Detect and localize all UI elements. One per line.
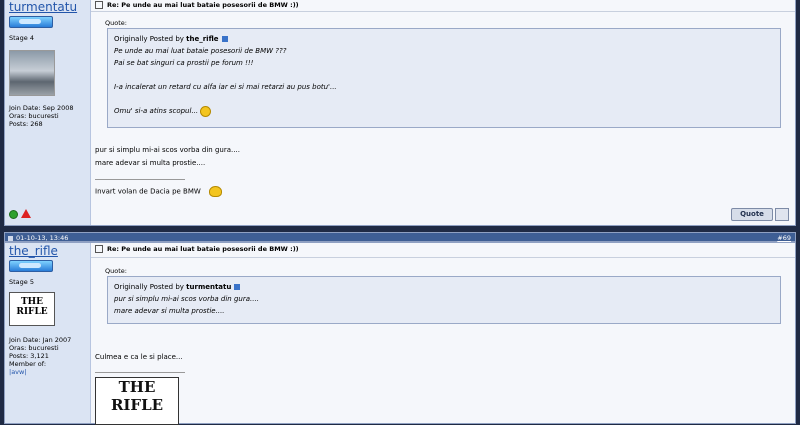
quote-line: Pai se bat singuri ca prostii pe forum !… (114, 59, 254, 67)
avatar-logo-text: THE RIFLE (16, 297, 48, 317)
signature-divider (95, 179, 185, 180)
quote-line-last: Omu' si-a atins scopul... (114, 105, 780, 117)
post-count: Posts: 268 (9, 120, 43, 128)
post-date: 01-10-13, 13:46 (16, 234, 69, 242)
quote-line (114, 69, 780, 81)
message-line: mare adevar si multa prostie.... (95, 159, 206, 167)
post-title-text: Re: Pe unde au mai luat bataie posesorii… (107, 245, 299, 253)
message-line: Culmea e ca le si place... (95, 353, 183, 361)
signature-image-text: THE RIFLE (110, 378, 164, 414)
smile-icon (200, 105, 212, 117)
post-date-icon (8, 235, 13, 241)
username-link[interactable]: the_rifle (9, 245, 90, 258)
quote-line-text: Omu' si-a atins scopul... (114, 107, 199, 115)
online-status-icon (9, 210, 18, 219)
title-divider (91, 11, 795, 12)
user-location: Oras: bucuresti (9, 344, 59, 352)
quote-label: Quote: (105, 267, 127, 275)
quote-author: the_rifle (186, 35, 219, 43)
avatar[interactable]: THE RIFLE (9, 292, 55, 326)
originally-posted-by: Originally Posted by (114, 283, 184, 291)
view-post-icon[interactable] (221, 36, 228, 42)
post-count: Posts: 3,121 (9, 352, 49, 360)
post-title-text: Re: Pe unde au mai luat bataie posesorii… (107, 1, 299, 9)
user-rank: Stage 4 (9, 34, 34, 42)
report-post-icon[interactable] (21, 209, 31, 218)
quote-label: Quote: (105, 19, 127, 27)
signature-divider (95, 372, 185, 373)
user-rank: Stage 5 (9, 278, 34, 286)
post-title: Re: Pe unde au mai luat bataie posesorii… (95, 245, 299, 253)
quote-line (114, 93, 780, 105)
post-2: the_rifle Stage 5 THE RIFLE Join Date: Ja… (4, 242, 796, 425)
rank-badge (9, 16, 53, 28)
post-content: Re: Pe unde au mai luat bataie posesorii… (91, 243, 795, 425)
quote-button[interactable]: Quote (731, 208, 773, 221)
avatar[interactable] (9, 50, 55, 96)
post-title: Re: Pe unde au mai luat bataie posesorii… (95, 1, 299, 9)
quote-line: I-a incalerat un retard cu alfa iar ei s… (114, 83, 337, 91)
member-of: Member of: (9, 360, 47, 368)
originally-posted-by: Originally Posted by (114, 35, 184, 43)
post-header: 01-10-13, 13:46 #69 (4, 232, 796, 242)
title-divider (91, 257, 795, 258)
join-date: Join Date: Sep 2008 (9, 104, 74, 112)
username-link[interactable]: turmentatu (9, 1, 90, 14)
quote-author: turmentatu (186, 283, 232, 291)
quote-attribution: Originally Posted by turmentatu (114, 281, 780, 293)
quote-attribution: Originally Posted by the_rifle (114, 33, 780, 45)
user-panel: turmentatu Stage 4 Join Date: Sep 2008 O… (5, 0, 91, 225)
group-link[interactable]: |avw| (9, 368, 90, 376)
quote-line: Pe unde au mai luat bataie posesorii de … (114, 47, 287, 55)
signature: Invart volan de Dacia pe BMW (95, 186, 223, 197)
rank-badge (9, 260, 53, 272)
post-content: Re: Pe unde au mai luat bataie posesorii… (91, 0, 795, 225)
message-line: pur si simplu mi-ai scos vorba din gura.… (95, 146, 240, 154)
signature-image: THE RIFLE (95, 377, 179, 425)
post-1: turmentatu Stage 4 Join Date: Sep 2008 O… (4, 0, 796, 226)
quote-box: Originally Posted by the_rifle Pe unde a… (107, 28, 781, 128)
quote-box: Originally Posted by turmentatu pur si s… (107, 276, 781, 324)
view-post-icon[interactable] (234, 284, 241, 290)
quote-line: pur si simplu mi-ai scos vorba din gura.… (114, 295, 259, 303)
multi-quote-button[interactable] (775, 208, 789, 221)
signature-smiley-icon (209, 186, 223, 197)
user-location: Oras: bucuresti (9, 112, 59, 120)
join-date: Join Date: Jan 2007 (9, 336, 72, 344)
signature-text: Invart volan de Dacia pe BMW (95, 187, 201, 196)
post-icon (95, 1, 103, 9)
quote-line: mare adevar si multa prostie.... (114, 307, 225, 315)
user-panel: the_rifle Stage 5 THE RIFLE Join Date: Ja… (5, 243, 91, 423)
post-icon (95, 245, 103, 253)
